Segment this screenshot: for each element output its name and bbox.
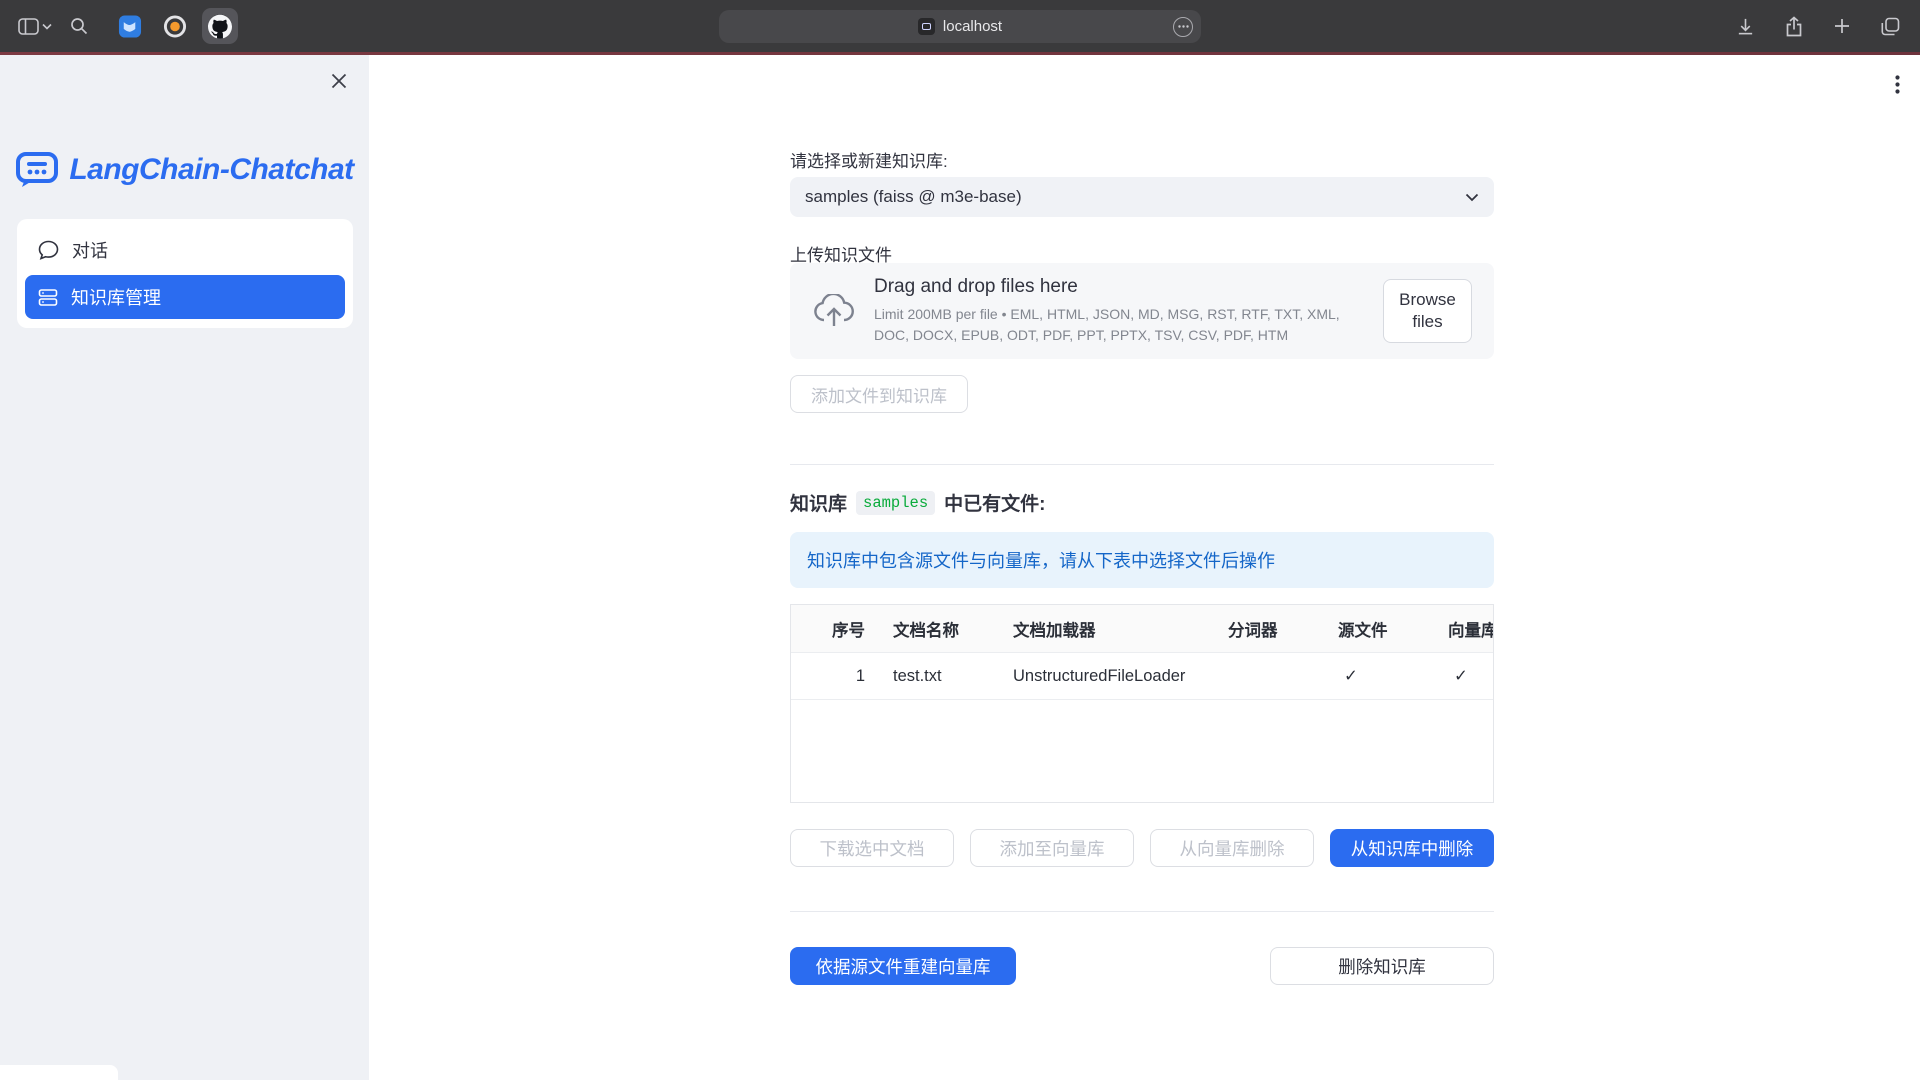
browser-toolbar: localhost: [0, 0, 1920, 52]
app-menu-kebab-icon[interactable]: [1891, 71, 1904, 98]
kb-select-label: 请选择或新建知识库:: [790, 147, 948, 172]
cell-vector-check-icon: ✓: [1434, 666, 1493, 686]
table-header-loader: 文档加载器: [999, 617, 1214, 641]
menu-item-label: 对话: [72, 237, 108, 263]
file-dropzone[interactable]: Drag and drop files here Limit 200MB per…: [790, 263, 1494, 359]
table-header-name: 文档名称: [879, 617, 999, 641]
sidebar-panel-icon: [18, 18, 39, 35]
search-icon: [70, 17, 88, 35]
logo-chat-icon: [15, 150, 59, 190]
browser-sidebar-toggle-button[interactable]: [14, 14, 56, 39]
browse-files-button[interactable]: Browse files: [1383, 279, 1472, 343]
info-banner: 知识库中包含源文件与向量库，请从下表中选择文件后操作: [790, 532, 1494, 588]
plus-icon: [1833, 17, 1851, 35]
file-action-buttons: 下载选中文档 添加至向量库 从向量库删除 从知识库中删除: [790, 829, 1494, 867]
menu-item-label: 知识库管理: [71, 284, 161, 310]
tab-overview-button[interactable]: [1877, 13, 1904, 40]
add-files-to-kb-button[interactable]: 添加文件到知识库: [790, 375, 968, 413]
cell-source-check-icon: ✓: [1324, 666, 1434, 686]
share-button[interactable]: [1781, 12, 1807, 41]
chevron-down-icon: [42, 23, 52, 30]
content-column: 请选择或新建知识库: samples (faiss @ m3e-base) 上传…: [790, 55, 1494, 1080]
sidebar-close-icon[interactable]: [329, 67, 357, 95]
sidebar-menu: 对话 知识库管理: [17, 219, 353, 328]
table-header-source: 源文件: [1324, 617, 1434, 641]
cell-loader: UnstructuredFileLoader: [999, 667, 1214, 686]
divider: [790, 464, 1494, 465]
page-options-icon[interactable]: [1173, 17, 1193, 37]
pinned-tab-github-icon[interactable]: [202, 8, 238, 44]
kb-files-heading: 知识库 samples 中已有文件:: [790, 489, 1045, 516]
delete-from-kb-button[interactable]: 从知识库中删除: [1330, 829, 1494, 867]
download-icon: [1736, 17, 1755, 36]
cell-index: 1: [791, 667, 879, 686]
divider: [790, 911, 1494, 912]
new-tab-button[interactable]: [1829, 13, 1855, 39]
url-text: localhost: [943, 18, 1002, 35]
dropzone-title: Drag and drop files here: [874, 276, 1365, 298]
kb-stack-icon: [38, 288, 58, 307]
pinned-tabs: [112, 8, 238, 44]
heading-prefix: 知识库: [790, 489, 847, 516]
dropzone-texts: Drag and drop files here Limit 200MB per…: [874, 276, 1365, 346]
sidebar-item-chat[interactable]: 对话: [25, 228, 345, 272]
app-logo: LangChain-Chatchat: [0, 150, 369, 190]
add-to-vector-button[interactable]: 添加至向量库: [970, 829, 1134, 867]
address-bar[interactable]: localhost: [719, 10, 1201, 43]
dropzone-limit: Limit 200MB per file • EML, HTML, JSON, …: [874, 304, 1365, 346]
app-page: LangChain-Chatchat 对话 知识库管理: [0, 55, 1920, 1080]
downloads-button[interactable]: [1732, 13, 1759, 40]
heading-suffix: 中已有文件:: [944, 489, 1045, 516]
kb-select-value: samples (faiss @ m3e-base): [805, 187, 1022, 207]
download-selected-button[interactable]: 下载选中文档: [790, 829, 954, 867]
site-favicon: [918, 18, 935, 35]
screen: localhost: [0, 0, 1920, 1080]
chat-bubble-icon: [38, 240, 59, 260]
info-text: 知识库中包含源文件与向量库，请从下表中选择文件后操作: [807, 547, 1275, 573]
table-header-row: 序号 文档名称 文档加载器 分词器 源文件 向量库: [791, 605, 1493, 653]
table-header-vector: 向量库: [1434, 617, 1493, 641]
status-pill: [0, 1065, 118, 1080]
remove-from-vector-button[interactable]: 从向量库删除: [1150, 829, 1314, 867]
chevron-down-icon: [1465, 193, 1479, 202]
pinned-tab-blue-icon[interactable]: [112, 8, 148, 44]
cloud-upload-icon: [812, 294, 856, 328]
logo-text: LangChain-Chatchat: [69, 153, 353, 187]
table-header-splitter: 分词器: [1214, 617, 1324, 641]
rebuild-vector-store-button[interactable]: 依据源文件重建向量库: [790, 947, 1016, 985]
table-row[interactable]: 1 test.txt UnstructuredFileLoader ✓ ✓: [791, 653, 1493, 700]
cell-name: test.txt: [879, 667, 999, 686]
browser-search-button[interactable]: [66, 13, 92, 39]
pinned-tab-orange-icon[interactable]: [157, 8, 193, 44]
kb-name-code: samples: [856, 491, 935, 515]
share-icon: [1785, 16, 1803, 37]
table-header-index: 序号: [791, 617, 879, 641]
toolbar-left-cluster: [14, 0, 238, 52]
delete-kb-button[interactable]: 删除知识库: [1270, 947, 1494, 985]
toolbar-right-cluster: [1732, 0, 1904, 52]
tabs-icon: [1881, 17, 1900, 36]
kb-select[interactable]: samples (faiss @ m3e-base): [790, 177, 1494, 217]
sidebar: LangChain-Chatchat 对话 知识库管理: [0, 55, 369, 1080]
main-content: 请选择或新建知识库: samples (faiss @ m3e-base) 上传…: [369, 55, 1920, 1080]
files-table: 序号 文档名称 文档加载器 分词器 源文件 向量库 1 test.txt Uns…: [790, 604, 1494, 803]
sidebar-item-kb-management[interactable]: 知识库管理: [25, 275, 345, 319]
